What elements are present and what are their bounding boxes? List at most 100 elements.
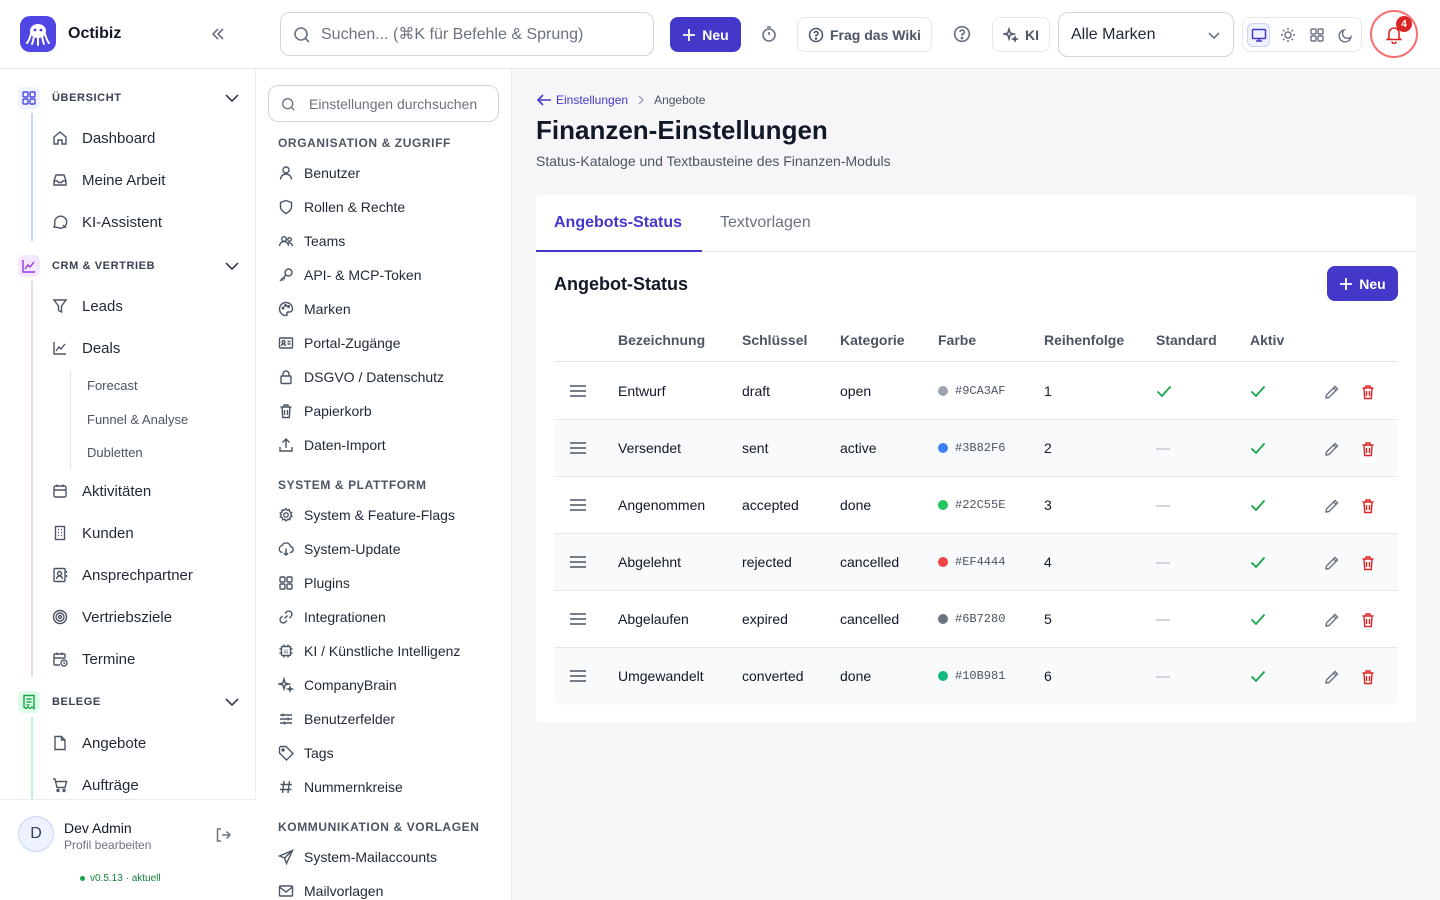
drag-handle-icon[interactable] [570,612,586,626]
settings-item-companybrain[interactable]: CompanyBrain [278,675,397,695]
settings-item-benutzerfelder[interactable]: Benutzerfelder [278,709,395,729]
column-header-farbe[interactable]: Farbe [938,332,976,348]
sidebar-item-dashboard[interactable]: Dashboard [52,127,155,149]
settings-item-ki[interactable]: AI KI / Künstliche Intelligenz [278,641,460,661]
breadcrumb-back-link[interactable]: Einstellungen [536,93,628,107]
settings-item-teams[interactable]: Teams [278,231,345,251]
column-header-standard[interactable]: Standard [1156,332,1217,348]
edit-profile-link[interactable]: Profil bearbeiten [64,838,151,852]
delete-icon[interactable] [1360,498,1376,514]
column-header-aktiv[interactable]: Aktiv [1250,332,1284,348]
settings-item-mailvorlagen[interactable]: Mailvorlagen [278,881,383,900]
drag-handle-icon[interactable] [570,669,586,683]
tab-angebots-status[interactable]: Angebots-Status [554,214,682,232]
notifications-button[interactable]: 4 [1370,10,1418,58]
sidebar-subitem-dubletten[interactable]: Dubletten [87,445,143,460]
settings-item-import[interactable]: Daten-Import [278,435,386,455]
settings-item-plugins[interactable]: Plugins [278,573,350,593]
new-button[interactable]: Neu [670,17,741,52]
user-name[interactable]: Dev Admin [64,820,132,836]
settings-search-input[interactable] [309,94,494,114]
global-search-input[interactable] [321,23,641,47]
sidebar-item-ki-assistent[interactable]: KI-Assistent [52,211,162,233]
avatar[interactable]: D [18,816,54,852]
edit-icon[interactable] [1324,555,1340,571]
sidebar-section-belege[interactable]: BELEGE [18,690,240,714]
delete-icon[interactable] [1360,669,1376,685]
sidebar-subitem-funnel[interactable]: Funnel & Analyse [87,412,188,427]
settings-item-tags[interactable]: Tags [278,743,334,763]
delete-icon[interactable] [1360,441,1376,457]
timer-icon[interactable] [760,25,778,43]
table-row[interactable]: Umgewandelt converted done #10B981 6 [554,648,1398,705]
column-header-bezeichnung[interactable]: Bezeichnung [618,332,705,348]
column-header-reihenfolge[interactable]: Reihenfolge [1044,332,1124,348]
table-row[interactable]: Abgelehnt rejected cancelled #EF4444 4 [554,534,1398,591]
drag-handle-icon[interactable] [570,441,586,455]
settings-item-api[interactable]: API- & MCP-Token [278,265,421,285]
sidebar-item-kunden[interactable]: Kunden [52,522,134,544]
monitor-icon[interactable] [1247,22,1271,47]
global-search[interactable] [280,12,654,56]
table-row[interactable]: Entwurf draft open #9CA3AF 1 [554,363,1398,420]
settings-item-nummernkreise[interactable]: Nummernkreise [278,777,403,797]
layout-grid-icon[interactable] [1305,23,1328,47]
delete-icon[interactable] [1360,384,1376,400]
edit-icon[interactable] [1324,498,1340,514]
table-row[interactable]: Abgelaufen expired cancelled #6B7280 5 [554,591,1398,648]
ask-wiki-button[interactable]: Frag das Wiki [797,17,932,52]
sidebar-section-crm[interactable]: CRM & VERTRIEB [18,254,240,278]
sidebar-subitem-forecast[interactable]: Forecast [87,378,138,393]
sidebar-item-deals[interactable]: Deals [52,337,120,359]
help-icon[interactable] [953,25,971,43]
table-row[interactable]: Angenommen accepted done #22C55E 3 [554,477,1398,534]
settings-item-rollen[interactable]: Rollen & Rechte [278,197,405,217]
settings-item-papierkorb[interactable]: Papierkorb [278,401,372,421]
standard-dash-icon [1156,676,1170,678]
drag-handle-icon[interactable] [570,498,586,512]
column-header-schluessel[interactable]: Schlüssel [742,332,807,348]
drag-handle-icon[interactable] [570,555,586,569]
sidebar-item-aktivitaeten[interactable]: Aktivitäten [52,480,151,502]
settings-item-system-flags[interactable]: System & Feature-Flags [278,505,455,525]
settings-group-title: KOMMUNIKATION & VORLAGEN [278,820,480,834]
settings-item-integrationen[interactable]: Integrationen [278,607,386,627]
delete-icon[interactable] [1360,555,1376,571]
sidebar-item-vertriebsziele[interactable]: Vertriebsziele [52,606,172,628]
brand-select[interactable]: Alle Marken [1058,12,1234,57]
ki-button[interactable]: KI [992,17,1050,52]
collapse-sidebar-icon[interactable] [210,26,226,42]
table-row[interactable]: Versendet sent active #3B82F6 2 [554,420,1398,477]
settings-item-update[interactable]: System-Update [278,539,400,559]
settings-item-benutzer[interactable]: Benutzer [278,163,360,183]
sidebar-item-label: Termine [82,650,136,668]
column-header-kategorie[interactable]: Kategorie [840,332,905,348]
delete-icon[interactable] [1360,612,1376,628]
sidebar-item-ansprechpartner[interactable]: Ansprechpartner [52,564,193,586]
sidebar-item-auftraege[interactable]: Aufträge [52,774,139,796]
drag-handle-icon[interactable] [570,384,586,398]
settings-item-mailaccounts[interactable]: System-Mailaccounts [278,847,437,867]
sidebar-item-leads[interactable]: Leads [52,295,123,317]
sidebar-section-overview[interactable]: ÜBERSICHT [18,86,240,110]
sidebar-item-angebote[interactable]: Angebote [52,732,146,754]
moon-icon[interactable] [1334,23,1357,47]
octibiz-logo[interactable] [20,16,56,52]
sidebar-item-meine-arbeit[interactable]: Meine Arbeit [52,169,165,191]
edit-icon[interactable] [1324,612,1340,628]
edit-icon[interactable] [1324,441,1340,457]
tab-textvorlagen[interactable]: Textvorlagen [720,214,811,232]
add-status-button[interactable]: Neu [1327,266,1398,301]
settings-item-marken[interactable]: Marken [278,299,351,319]
cell-schluessel: draft [742,383,771,399]
key-icon [278,267,294,283]
edit-icon[interactable] [1324,384,1340,400]
settings-item-portal[interactable]: Portal-Zugänge [278,333,401,353]
sidebar-item-termine[interactable]: Termine [52,648,135,670]
settings-search[interactable] [268,85,499,122]
edit-icon[interactable] [1324,669,1340,685]
settings-item-dsgvo[interactable]: DSGVO / Datenschutz [278,367,444,387]
notification-count-badge: 4 [1396,16,1412,32]
logout-icon[interactable] [214,826,232,844]
sun-icon[interactable] [1276,23,1299,47]
